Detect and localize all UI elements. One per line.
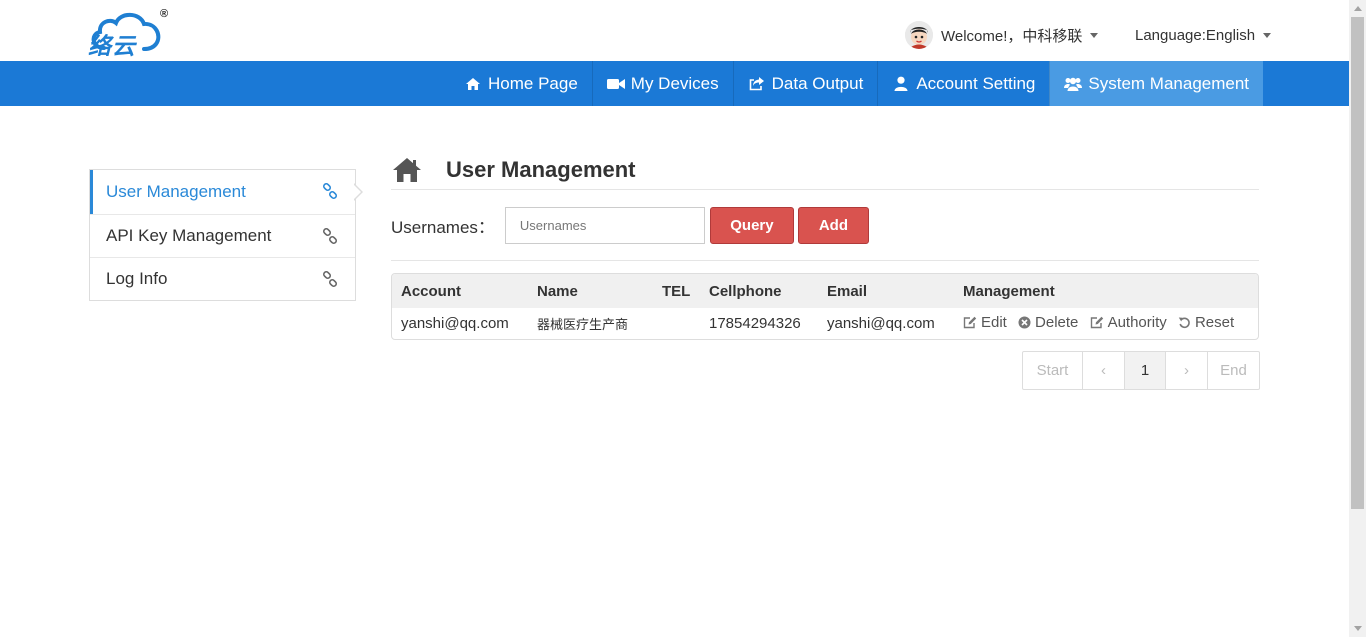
authority-label: Authority — [1107, 314, 1167, 331]
sidebar-item-log-info[interactable]: Log Info — [90, 257, 355, 300]
logo-text: 络云 — [88, 34, 136, 60]
nav-item-label: Account Setting — [916, 73, 1036, 93]
nav-item-home-page[interactable]: Home Page — [450, 61, 592, 106]
search-label: Usernames： — [391, 217, 495, 237]
reset-link[interactable]: Reset — [1178, 314, 1234, 331]
home-icon — [464, 76, 482, 92]
column-header-account: Account — [401, 282, 461, 300]
close-circle-icon — [1018, 316, 1031, 329]
sidebar-item-label: API Key Management — [106, 226, 272, 245]
sidebar-item-label: User Management — [106, 182, 246, 201]
column-header-tel: TEL — [662, 282, 691, 300]
column-header-cellphone: Cellphone — [709, 282, 782, 300]
chevron-down-icon — [1263, 32, 1272, 38]
vertical-scrollbar[interactable] — [1349, 0, 1366, 637]
page-header: User Management — [391, 150, 1259, 190]
column-header-name: Name — [537, 282, 578, 300]
nav-item-system-management[interactable]: System Management — [1049, 61, 1264, 106]
query-button[interactable]: Query — [709, 206, 794, 244]
sidebar-item-user-management[interactable]: User Management — [90, 170, 355, 214]
sidebar: User Management API Key Management Log I… — [89, 169, 356, 301]
add-button[interactable]: Add — [797, 206, 869, 244]
user-menu[interactable]: Welcome!，中科移联 — [905, 21, 1099, 49]
scrollbar-thumb[interactable] — [1351, 17, 1364, 509]
pagination-page-1[interactable]: 1 — [1124, 352, 1165, 389]
cell-name: 器械医疗生产商 — [537, 318, 629, 333]
undo-icon — [1178, 317, 1190, 329]
logo[interactable]: 络云 ® — [86, 8, 176, 60]
users-table: Account Name TEL Cellphone Email Managem… — [391, 273, 1259, 340]
language-label: Language:English — [1135, 26, 1256, 44]
edit-label: Edit — [981, 314, 1007, 331]
sidebar-item-api-key-management[interactable]: API Key Management — [90, 214, 355, 257]
link-icon — [322, 228, 338, 244]
video-camera-icon — [606, 76, 625, 92]
nav-item-data-output[interactable]: Data Output — [732, 61, 878, 106]
cell-email: yanshi@qq.com — [827, 315, 935, 332]
pagination-start[interactable]: Start — [1023, 352, 1082, 389]
edit-link[interactable]: Edit — [963, 314, 1007, 331]
main-nav: Home Page My Devices Data Output Account… — [0, 61, 1349, 106]
delete-link[interactable]: Delete — [1018, 314, 1078, 331]
main-content: User Management Usernames： Query Add Acc… — [391, 150, 1259, 340]
link-icon — [322, 183, 338, 199]
nav-item-label: Data Output — [771, 73, 864, 93]
column-header-management: Management — [963, 282, 1055, 300]
divider — [391, 260, 1259, 261]
pagination-next[interactable]: › — [1165, 352, 1207, 389]
welcome-text: Welcome!，中科移联 — [941, 27, 1083, 45]
scroll-down-arrow-icon[interactable] — [1349, 620, 1366, 637]
search-row: Usernames： Query Add — [391, 206, 1259, 244]
pagination: Start ‹ 1 › End — [1022, 351, 1260, 390]
link-icon — [322, 271, 338, 287]
table-row: yanshi@qq.com 器械医疗生产商 17854294326 yanshi… — [392, 308, 1258, 339]
users-group-icon — [1064, 76, 1083, 92]
edit-icon — [1090, 316, 1103, 329]
nav-item-account-setting[interactable]: Account Setting — [877, 61, 1049, 106]
edit-icon — [963, 316, 977, 329]
authority-link[interactable]: Authority — [1090, 314, 1167, 331]
page-title: User Management — [446, 156, 636, 182]
usernames-input[interactable] — [504, 206, 705, 244]
sidebar-item-label: Log Info — [106, 269, 168, 288]
nav-item-label: My Devices — [630, 73, 719, 93]
top-header: 络云 ® Welcome!，中科移联 Language:English — [0, 0, 1349, 61]
avatar — [905, 21, 933, 49]
active-indicator-arrow — [353, 183, 363, 201]
table-header-row: Account Name TEL Cellphone Email Managem… — [392, 274, 1258, 308]
reset-label: Reset — [1194, 314, 1235, 331]
column-header-email: Email — [827, 282, 868, 300]
delete-label: Delete — [1035, 314, 1079, 331]
user-icon — [892, 76, 910, 92]
cell-account: yanshi@qq.com — [401, 315, 509, 332]
pagination-prev[interactable]: ‹ — [1082, 352, 1124, 389]
cell-management: Edit Delete Authority Reset — [954, 308, 1258, 339]
nav-item-label: Home Page — [488, 73, 578, 93]
nav-item-my-devices[interactable]: My Devices — [591, 61, 733, 106]
language-menu[interactable]: Language:English — [1135, 21, 1272, 49]
share-export-icon — [748, 76, 766, 92]
scroll-up-arrow-icon[interactable] — [1349, 0, 1366, 17]
cell-tel — [653, 308, 700, 339]
registered-mark: ® — [160, 8, 169, 20]
home-icon — [393, 157, 421, 182]
pagination-end[interactable]: End — [1207, 352, 1259, 389]
chevron-down-icon — [1090, 32, 1099, 38]
cell-cellphone: 17854294326 — [709, 315, 801, 332]
nav-item-label: System Management — [1088, 73, 1250, 93]
